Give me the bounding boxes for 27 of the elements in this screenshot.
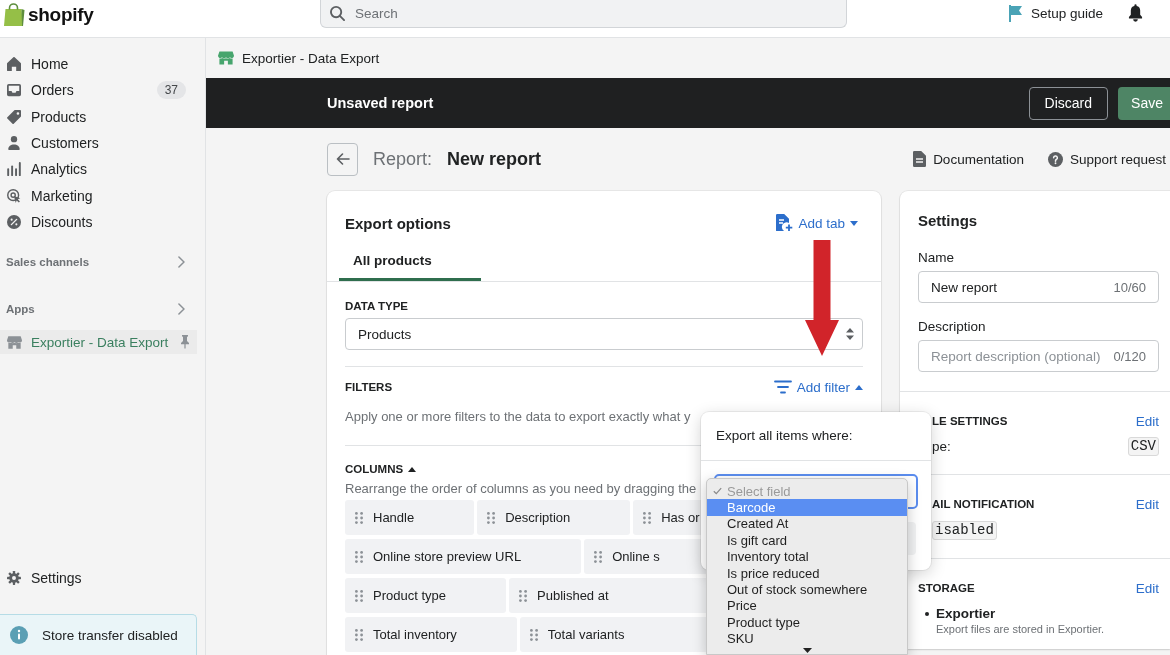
help-text: Rearrange the order of columns as you need by dragging the (345, 481, 697, 497)
page-title-prefix: Report: (373, 148, 433, 170)
section-label: AIL NOTIFICATION (931, 498, 1035, 510)
char-counter: 10/60 (1113, 279, 1146, 295)
count-badge: 37 (156, 81, 186, 100)
popover-title: Export all items where: (701, 412, 931, 461)
section-label: DATA TYPE (345, 299, 410, 313)
app-title: Exportier - Data Export (242, 50, 380, 66)
section-label: STORAGE (918, 582, 975, 594)
setting-label: pe: (932, 439, 951, 454)
logo-text: shopify (28, 3, 94, 26)
card-title: Export options (345, 214, 451, 232)
page-title: New report (447, 148, 542, 170)
save-bar-title: Unsaved report (327, 95, 434, 111)
section-label: FILTERS (345, 380, 393, 394)
section-label: LE SETTINGS (931, 415, 1008, 427)
section-label: COLUMNS (345, 462, 404, 476)
card-title: Settings (918, 211, 979, 231)
file-type-value: CSV (1127, 437, 1159, 456)
help-text: Apply one or more filters to the data to export exactly what y (345, 408, 691, 426)
storage-note: Export files are stored in Exportier. (936, 622, 1105, 636)
char-counter: 0/120 (1113, 348, 1146, 364)
storage-name: Exportier (936, 606, 997, 622)
field-label: Description (918, 318, 987, 336)
field-label: Name (918, 249, 955, 267)
notice-text: Store transfer disabled (42, 627, 178, 643)
notification-status: isabled (932, 521, 997, 540)
